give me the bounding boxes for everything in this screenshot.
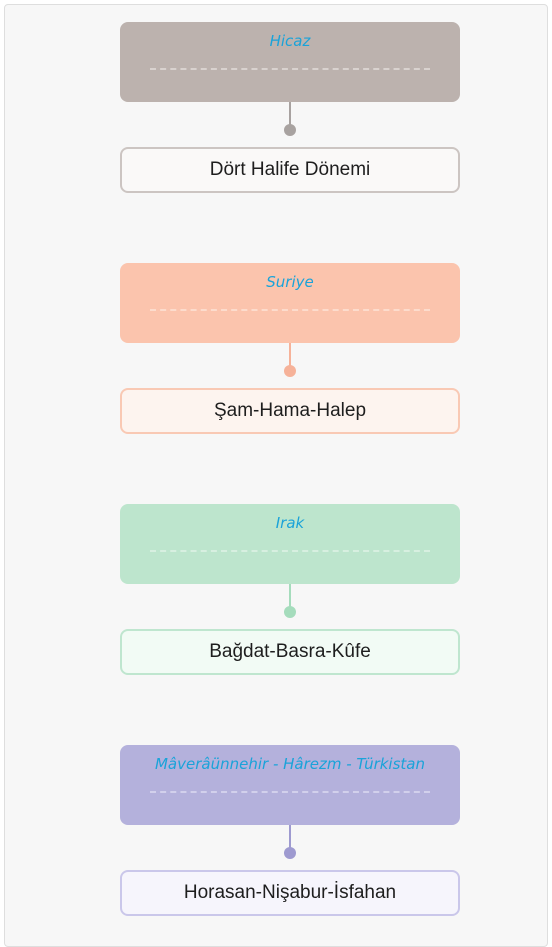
connector-dot xyxy=(284,124,296,136)
diagram-panel: Hicaz Dört Halife Dönemi Suriye Şam-Hama… xyxy=(4,4,548,947)
region-label: Suriye xyxy=(266,273,314,291)
region-group-hicaz: Hicaz Dört Halife Dönemi xyxy=(120,22,460,193)
cities-box: Şam-Hama-Halep xyxy=(120,388,460,434)
region-label: Hicaz xyxy=(269,32,311,50)
dashed-divider xyxy=(150,68,430,70)
region-header: Suriye xyxy=(120,263,460,343)
region-header: Mâverâünnehir - Hârezm - Türkistan xyxy=(120,745,460,825)
cities-box: Bağdat-Basra-Kûfe xyxy=(120,629,460,675)
connector xyxy=(120,102,460,147)
cities-box: Dört Halife Dönemi xyxy=(120,147,460,193)
cities-box: Horasan-Nişabur-İsfahan xyxy=(120,870,460,916)
connector-dot xyxy=(284,365,296,377)
region-header: Hicaz xyxy=(120,22,460,102)
connector-dot xyxy=(284,847,296,859)
dashed-divider xyxy=(150,550,430,552)
connector xyxy=(120,825,460,870)
region-label: Irak xyxy=(275,514,305,532)
dashed-divider xyxy=(150,791,430,793)
region-group-maveraunnehir: Mâverâünnehir - Hârezm - Türkistan Horas… xyxy=(120,745,460,916)
dashed-divider xyxy=(150,309,430,311)
connector xyxy=(120,584,460,629)
connector-dot xyxy=(284,606,296,618)
region-header: Irak xyxy=(120,504,460,584)
region-group-suriye: Suriye Şam-Hama-Halep xyxy=(120,263,460,434)
region-label: Mâverâünnehir - Hârezm - Türkistan xyxy=(154,755,425,773)
connector xyxy=(120,343,460,388)
region-group-irak: Irak Bağdat-Basra-Kûfe xyxy=(120,504,460,675)
